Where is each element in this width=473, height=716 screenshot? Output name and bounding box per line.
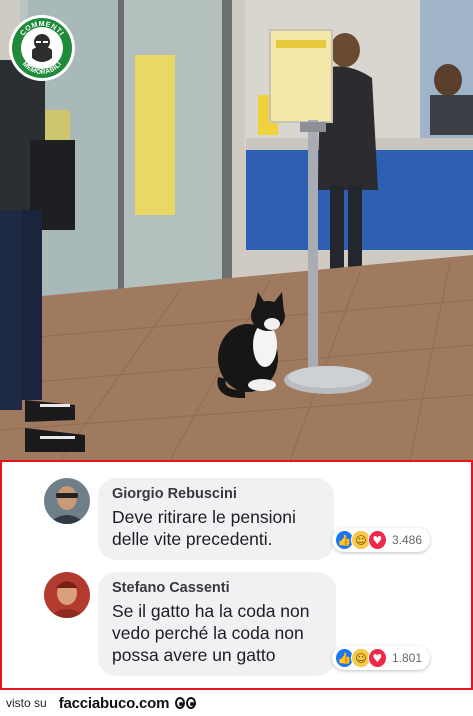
avatar[interactable] bbox=[44, 572, 90, 618]
love-icon: ♥ bbox=[367, 530, 387, 550]
site-link[interactable]: facciabuco.com bbox=[59, 695, 170, 712]
commenti-memorabili-logo: COMMENTI MEMORABILI bbox=[8, 14, 76, 82]
footer-prefix: visto su bbox=[6, 696, 47, 710]
comment-text: Deve ritirare le pensioni delle vite pre… bbox=[112, 507, 296, 549]
comment-bubble: Giorgio Rebuscini Deve ritirare le pensi… bbox=[98, 478, 334, 560]
comment-author[interactable]: Giorgio Rebuscini bbox=[112, 486, 320, 502]
comments-panel: Giorgio Rebuscini Deve ritirare le pensi… bbox=[0, 460, 473, 690]
comment-author[interactable]: Stefano Cassenti bbox=[112, 580, 322, 596]
post-photo: COMMENTI MEMORABILI bbox=[0, 0, 473, 460]
reaction-count: 3.486 bbox=[391, 533, 423, 547]
reaction-count: 1.801 bbox=[391, 651, 423, 665]
avatar[interactable] bbox=[44, 478, 90, 524]
reactions-summary[interactable]: 👍 ☺ ♥ 1.801 bbox=[332, 646, 430, 670]
eyes-icon bbox=[175, 697, 197, 709]
comment-bubble: Stefano Cassenti Se il gatto ha la coda … bbox=[98, 572, 336, 676]
footer-watermark: visto su facciabuco.com bbox=[0, 690, 473, 716]
reactions-summary[interactable]: 👍 ☺ ♥ 3.486 bbox=[332, 528, 430, 552]
comment-text: Se il gatto ha la coda non vedo perché l… bbox=[112, 601, 310, 665]
love-icon: ♥ bbox=[367, 648, 387, 668]
